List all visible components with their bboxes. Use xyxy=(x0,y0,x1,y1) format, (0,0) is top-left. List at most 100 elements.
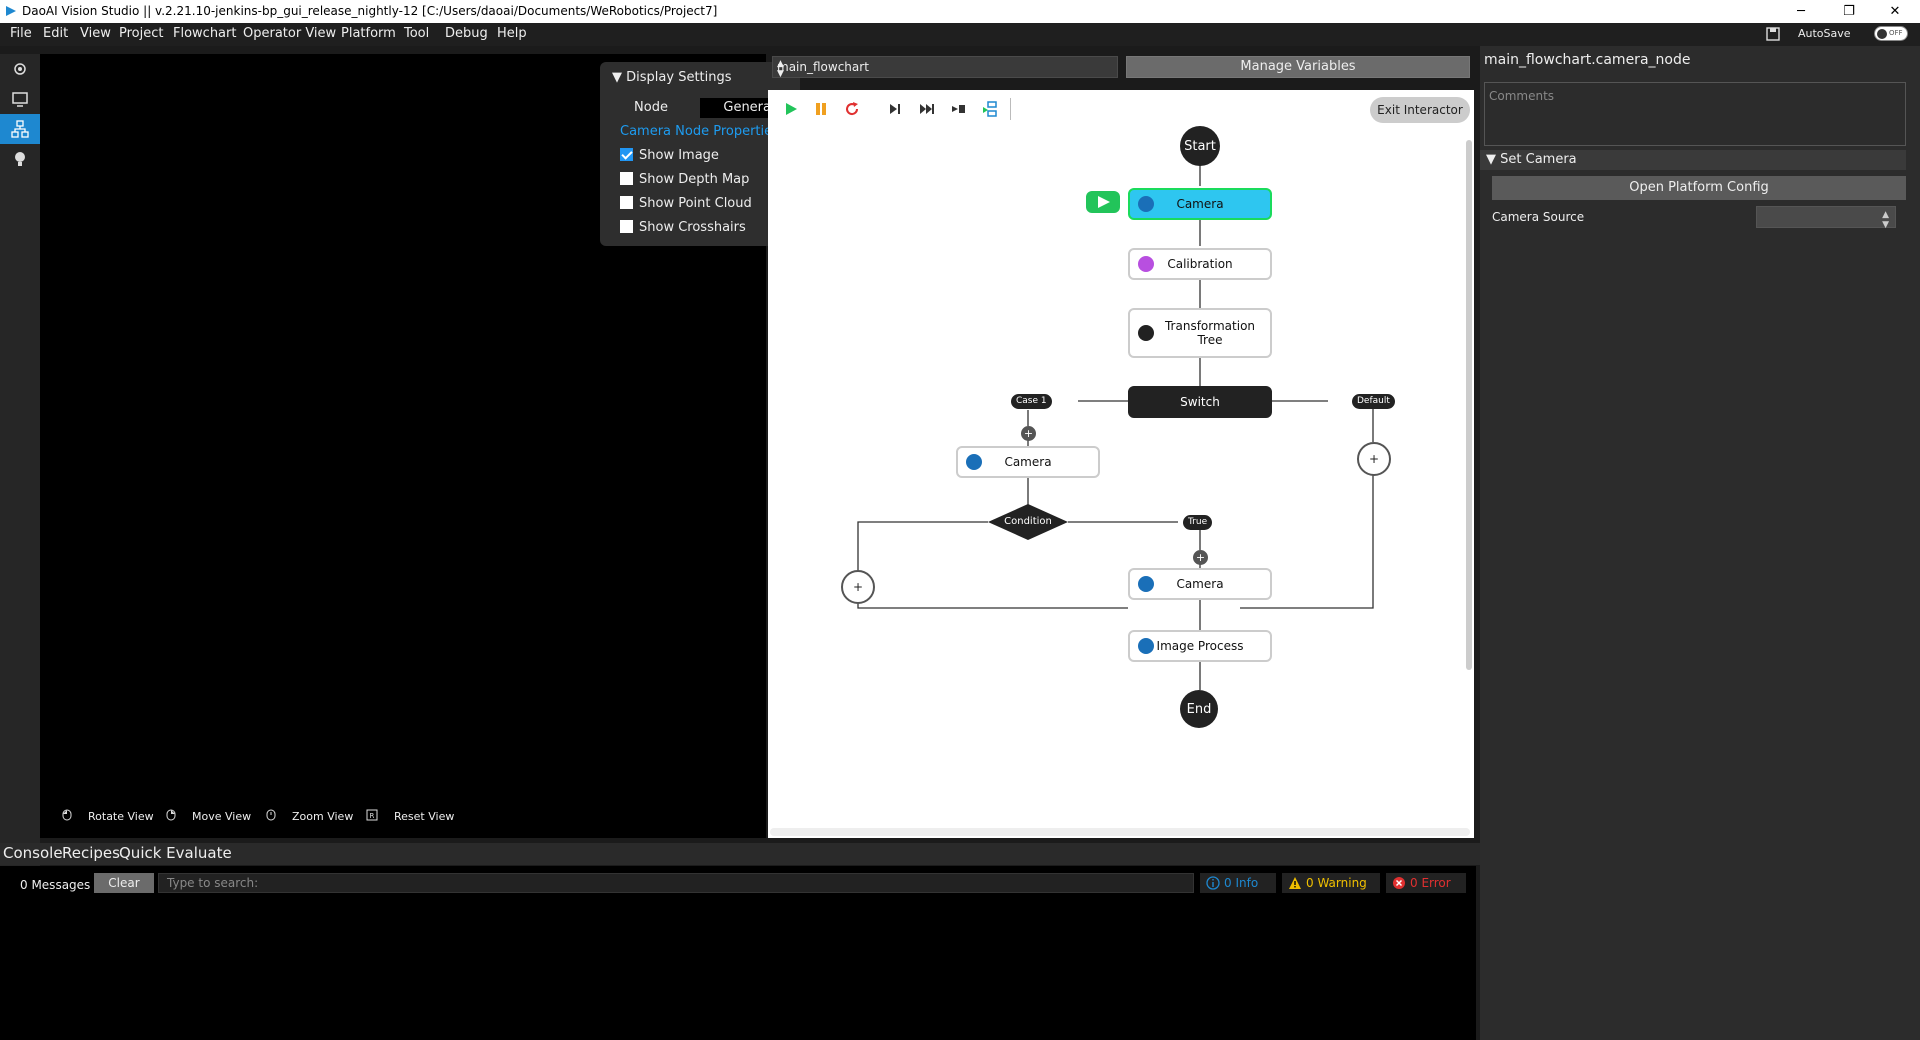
toggle-state: OFF xyxy=(1889,29,1903,37)
add-node-button-false[interactable]: + xyxy=(841,570,875,604)
close-button[interactable]: ✕ xyxy=(1872,0,1918,23)
eye-icon xyxy=(14,63,26,75)
zoom-view-hint: Zoom View xyxy=(292,810,354,823)
node-path-title: main_flowchart.camera_node xyxy=(1484,52,1691,68)
show-depth-map-checkbox[interactable]: Show Depth Map xyxy=(620,172,749,187)
clear-button[interactable]: Clear xyxy=(94,873,154,893)
window-title: DaoAI Vision Studio || v.2.21.10-jenkins… xyxy=(22,4,718,18)
sidebar-tips[interactable] xyxy=(0,144,40,174)
flowchart-selector[interactable]: main_flowchart ▲ ▼ xyxy=(772,56,1118,79)
camera-node-case1[interactable]: Camera xyxy=(956,446,1100,478)
checkbox-unchecked xyxy=(620,196,633,209)
mouse-right-icon xyxy=(166,809,176,821)
add-node-button[interactable]: + xyxy=(1021,426,1036,441)
menu-operator-view[interactable]: Operator View xyxy=(243,26,336,41)
error-filter[interactable]: 0 Error xyxy=(1386,873,1466,893)
show-point-cloud-checkbox[interactable]: Show Point Cloud xyxy=(620,196,752,211)
default-label[interactable]: Default xyxy=(1352,394,1395,409)
show-crosshairs-checkbox[interactable]: Show Crosshairs xyxy=(620,220,746,235)
tab-node[interactable]: Node xyxy=(602,98,700,118)
show-image-label: Show Image xyxy=(639,148,719,163)
menu-tool[interactable]: Tool xyxy=(404,26,429,41)
sidebar-flowchart[interactable] xyxy=(0,114,40,144)
minimize-button[interactable]: ─ xyxy=(1778,0,1824,23)
bottom-tabs: Console Recipes Quick Evaluate xyxy=(0,843,1480,865)
switch-node[interactable]: Switch xyxy=(1128,386,1272,418)
comments-field[interactable]: Comments xyxy=(1484,82,1906,146)
info-filter[interactable]: 0 Info xyxy=(1200,873,1276,893)
image-viewer[interactable]: ▼ Display Settings Node General Camera N… xyxy=(40,54,800,838)
maximize-button[interactable]: ❐ xyxy=(1826,0,1872,23)
true-label[interactable]: True xyxy=(1183,515,1213,530)
exit-interactor-button[interactable]: Exit Interactor xyxy=(1370,97,1470,123)
end-node[interactable]: End xyxy=(1180,690,1218,728)
open-platform-config-button[interactable]: Open Platform Config xyxy=(1492,176,1906,200)
show-crosshairs-label: Show Crosshairs xyxy=(639,220,746,235)
run-to-node-icon[interactable] xyxy=(950,100,968,118)
sidebar-vision[interactable] xyxy=(0,54,40,84)
updown-arrow-icon: ▲ ▼ xyxy=(777,59,784,79)
menu-flowchart[interactable]: Flowchart xyxy=(173,26,236,41)
debug-flow-icon[interactable] xyxy=(982,100,1000,118)
updown-arrow-icon: ▲ ▼ xyxy=(1882,210,1889,230)
rotate-view-hint: Rotate View xyxy=(88,810,154,823)
reload-icon[interactable] xyxy=(843,100,861,118)
calibration-node[interactable]: Calibration xyxy=(1128,248,1272,280)
camera-source-label: Camera Source xyxy=(1492,210,1585,224)
camera-icon xyxy=(1138,576,1154,592)
display-settings-header[interactable]: ▼ Display Settings xyxy=(612,70,732,85)
transformation-tree-label: Transformation Tree xyxy=(1164,319,1256,347)
checkbox-checked xyxy=(620,148,633,161)
menu-edit[interactable]: Edit xyxy=(43,26,68,41)
menu-file[interactable]: File xyxy=(10,26,32,41)
info-count: 0 Info xyxy=(1224,876,1259,890)
menu-bar: File Edit View Project Flowchart Operato… xyxy=(0,23,1920,46)
sidebar-operator-view[interactable] xyxy=(0,84,40,114)
play-icon[interactable] xyxy=(782,100,800,118)
set-camera-section[interactable]: ▼ Set Camera xyxy=(1480,150,1906,170)
monitor-icon xyxy=(12,92,28,107)
flowchart-icon xyxy=(11,120,29,138)
add-node-button-true[interactable]: + xyxy=(1193,550,1208,565)
add-node-button-default[interactable]: + xyxy=(1357,442,1391,476)
start-node[interactable]: Start xyxy=(1180,126,1220,166)
camera-node-properties-heading: Camera Node Properties xyxy=(620,124,779,139)
run-indicator-icon[interactable] xyxy=(1086,191,1120,213)
condition-node-label: Condition xyxy=(1004,516,1052,527)
horizontal-scrollbar[interactable] xyxy=(770,828,1470,836)
tab-console[interactable]: Console xyxy=(3,844,63,862)
transformation-tree-node[interactable]: Transformation Tree xyxy=(1128,308,1272,358)
pause-icon[interactable] xyxy=(812,100,830,118)
camera-node-true[interactable]: Camera xyxy=(1128,568,1272,600)
save-icon[interactable] xyxy=(1765,26,1781,42)
display-settings-title: Display Settings xyxy=(626,70,732,85)
vertical-scrollbar[interactable] xyxy=(1466,140,1472,670)
menu-platform[interactable]: Platform xyxy=(341,26,396,41)
warning-count: 0 Warning xyxy=(1306,876,1367,890)
image-process-node[interactable]: Image Process xyxy=(1128,630,1272,662)
manage-variables-button[interactable]: Manage Variables xyxy=(1126,56,1470,78)
move-view-hint: Move View xyxy=(192,810,252,823)
message-count: 0 Messages xyxy=(20,878,91,892)
case-1-label[interactable]: Case 1 xyxy=(1011,394,1052,409)
step-icon[interactable] xyxy=(886,100,904,118)
console-search-input[interactable]: Type to search: xyxy=(158,873,1194,893)
fast-forward-icon[interactable] xyxy=(918,100,936,118)
autosave-toggle[interactable]: OFF xyxy=(1874,26,1908,41)
calibration-node-label: Calibration xyxy=(1167,257,1233,271)
warning-filter[interactable]: 0 Warning xyxy=(1282,873,1380,893)
flowchart-canvas[interactable]: Start Camera Calibration Transformation … xyxy=(768,90,1474,838)
checkbox-unchecked xyxy=(620,172,633,185)
menu-project[interactable]: Project xyxy=(119,26,163,41)
checkbox-unchecked xyxy=(620,220,633,233)
tab-quick-evaluate[interactable]: Quick Evaluate xyxy=(119,844,232,862)
menu-view[interactable]: View xyxy=(80,26,111,41)
menu-debug[interactable]: Debug xyxy=(445,26,488,41)
show-image-checkbox[interactable]: Show Image xyxy=(620,148,719,163)
tab-recipes[interactable]: Recipes xyxy=(62,844,120,862)
camera-source-select[interactable]: ▲ ▼ xyxy=(1756,206,1896,230)
properties-panel: main_flowchart.camera_node Comments ▼ Se… xyxy=(1480,46,1920,1040)
menu-help[interactable]: Help xyxy=(497,26,527,41)
camera-icon xyxy=(1138,196,1154,212)
camera-node-selected[interactable]: Camera xyxy=(1128,188,1272,220)
